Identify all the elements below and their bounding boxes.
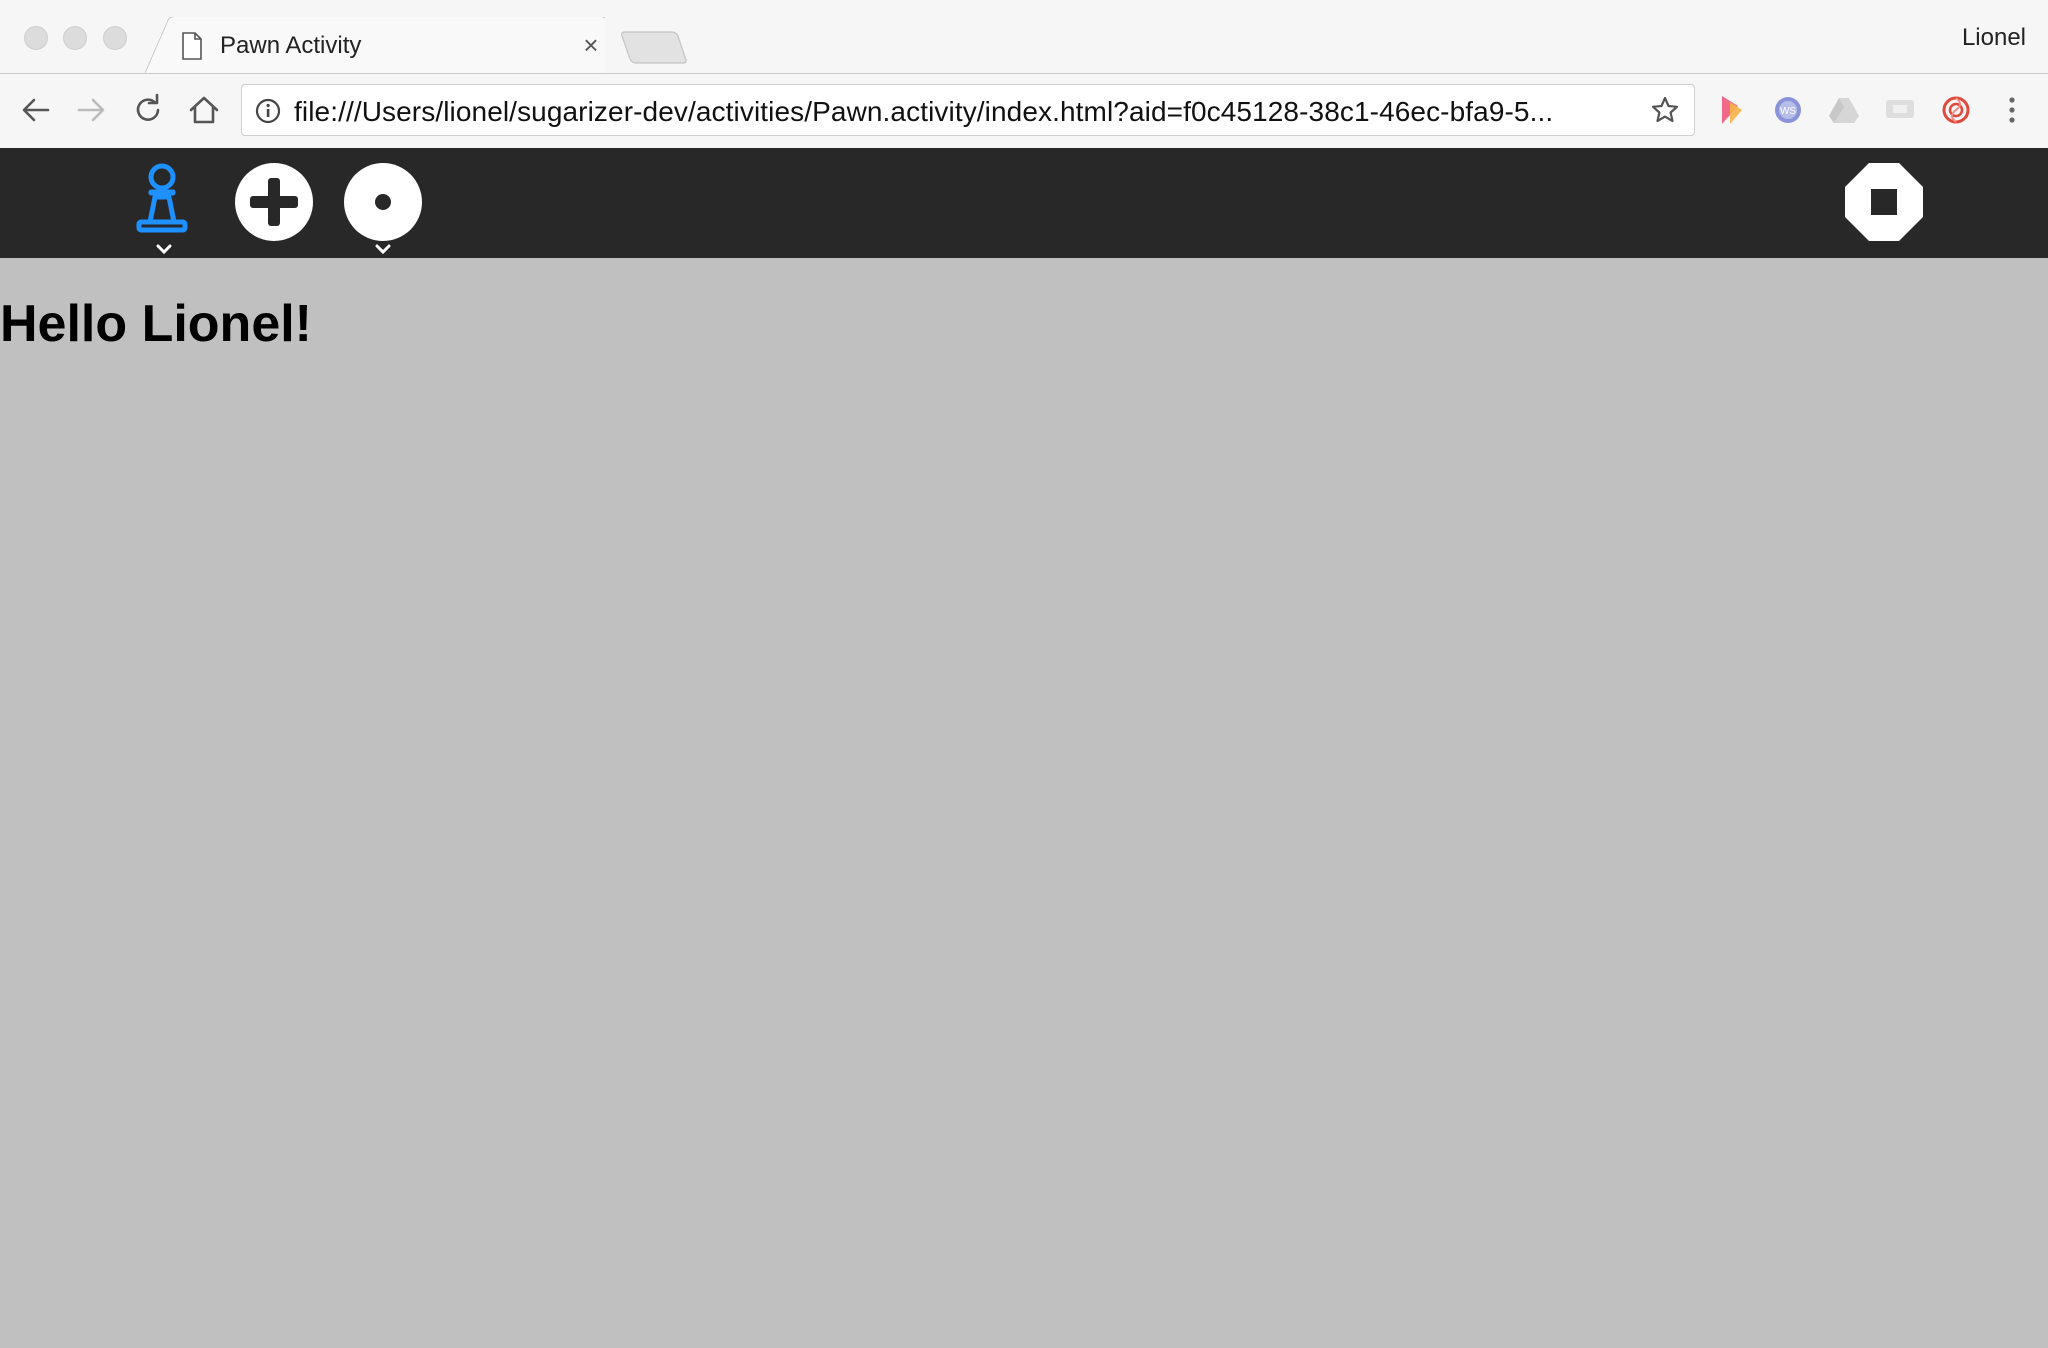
add-button[interactable] xyxy=(232,160,316,244)
pdf-extension-icon[interactable] xyxy=(1716,94,1748,126)
tab-close-icon[interactable]: × xyxy=(577,31,605,59)
forward-arrow-icon[interactable] xyxy=(73,92,109,128)
bookmark-star-icon[interactable] xyxy=(1650,95,1680,125)
tab-pawn-activity[interactable]: Pawn Activity × xyxy=(145,17,605,74)
chevron-down-icon xyxy=(156,244,172,255)
ws-extension-icon[interactable]: WS xyxy=(1772,94,1804,126)
info-icon[interactable] xyxy=(254,97,282,125)
tab-title: Pawn Activity xyxy=(220,32,362,59)
back-arrow-icon[interactable] xyxy=(18,92,54,128)
url-text[interactable]: file:///Users/lionel/sugarizer-dev/activ… xyxy=(294,96,1624,128)
minimize-window-button[interactable] xyxy=(63,26,87,50)
browser-toolbar: file:///Users/lionel/sugarizer-dev/activ… xyxy=(0,73,2048,148)
plus-icon xyxy=(235,163,313,241)
svg-text:WS: WS xyxy=(1780,106,1796,117)
home-icon[interactable] xyxy=(186,92,222,128)
new-tab-button[interactable] xyxy=(620,30,690,65)
stop-button[interactable] xyxy=(1842,160,1926,244)
chevron-down-icon xyxy=(375,244,391,255)
reload-icon[interactable] xyxy=(130,92,166,128)
zoom-window-button[interactable] xyxy=(103,26,127,50)
stop-icon xyxy=(1845,163,1923,241)
activity-canvas: Hello Lionel! xyxy=(0,258,2048,1348)
drive-extension-icon[interactable] xyxy=(1828,94,1860,126)
tab-strip: Pawn Activity × Lionel xyxy=(0,0,2048,74)
profile-name[interactable]: Lionel xyxy=(1962,24,2026,52)
activity-toolbar xyxy=(0,148,2048,258)
address-bar[interactable]: file:///Users/lionel/sugarizer-dev/activ… xyxy=(241,84,1695,136)
close-window-button[interactable] xyxy=(24,26,48,50)
greeting-heading: Hello Lionel! xyxy=(0,295,312,353)
spiral-extension-icon[interactable] xyxy=(1940,94,1972,126)
activity-pawn-button[interactable] xyxy=(122,160,206,255)
browser-menu-icon[interactable] xyxy=(2000,94,2024,126)
dot-circle-icon xyxy=(344,163,422,241)
tab-shape xyxy=(145,17,605,74)
pawn-icon xyxy=(136,163,188,233)
chat-extension-icon[interactable] xyxy=(1884,94,1916,126)
network-button[interactable] xyxy=(341,160,425,255)
page-icon xyxy=(181,32,203,60)
